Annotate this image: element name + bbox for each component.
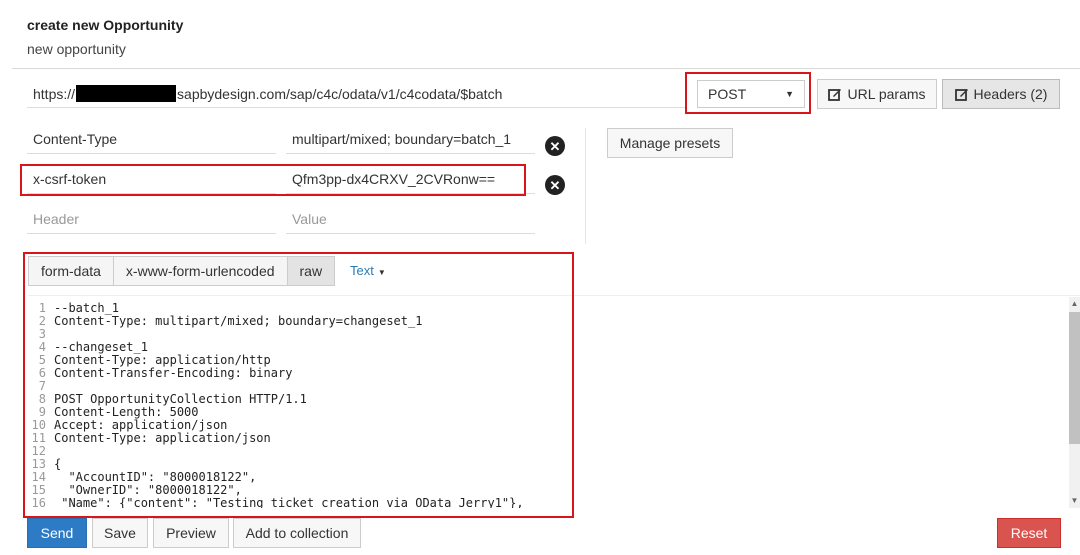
code-line: 12 [28,445,524,458]
preview-button[interactable]: Preview [153,518,229,548]
content-type-label: Text [350,263,374,278]
code-line: 2 Content-Type: multipart/mixed; boundary… [28,315,524,328]
tab-x-www-form-urlencoded[interactable]: x-www-form-urlencoded [112,256,288,286]
caret-down-icon: ▼ [377,268,386,277]
code-text: --changeset_1 [54,340,148,354]
remove-header-icon[interactable]: ✕ [545,136,565,156]
code-text: POST OpportunityCollection HTTP/1.1 [54,392,307,406]
caret-down-icon: ▼ [785,89,794,99]
headers-label: Headers (2) [973,86,1048,102]
scroll-up-icon[interactable]: ▲ [1069,297,1080,309]
code-text: Content-Transfer-Encoding: binary [54,366,293,380]
reset-button[interactable]: Reset [997,518,1061,548]
header-key-field[interactable]: Content-Type [27,124,276,154]
url-params-button[interactable]: URL params [817,79,937,109]
url-path: sapbydesign.com/sap/c4c/odata/v1/c4codat… [177,85,503,102]
header-key-field[interactable]: x-csrf-token [27,164,276,194]
method-select[interactable]: POST ▼ [697,80,805,108]
code-text: "OwnerID": "8000018122", [54,483,242,497]
tab-form-data[interactable]: form-data [28,256,114,286]
manage-presets-button[interactable]: Manage presets [607,128,733,158]
method-value: POST [708,86,747,102]
divider [12,68,1080,69]
add-to-collection-button[interactable]: Add to collection [233,518,361,548]
redacted-block [76,85,177,102]
send-button[interactable]: Send [27,518,87,548]
headers-button[interactable]: Headers (2) [942,79,1060,109]
edit-icon [954,87,969,101]
code-text: Content-Length: 5000 [54,405,199,419]
remove-header-icon[interactable]: ✕ [545,175,565,195]
code-text: Content-Type: multipart/mixed; boundary=… [54,314,423,328]
code-line: 11 Content-Type: application/json [28,432,524,445]
request-description: new opportunity [27,41,126,57]
divider [585,128,586,244]
url-input[interactable]: https:// sapbydesign.com/sap/c4c/odata/v… [27,80,687,108]
header-value-field[interactable]: multipart/mixed; boundary=batch_1 [286,124,535,154]
code-text: Content-Type: application/http [54,353,271,367]
code-lines: 1 --batch_1 2 Content-Type: multipart/mixed… [28,301,524,509]
code-text: "AccountID": "8000018122", [54,470,257,484]
content-type-dropdown[interactable]: Text ▼ [350,263,386,278]
header-key-input[interactable]: Header [27,204,276,234]
header-value-field[interactable]: Qfm3pp-dx4CRXV_2CVRonw== [286,164,535,194]
save-button[interactable]: Save [92,518,148,548]
code-text: "Name": {"content": "Testing ticket crea… [54,496,524,509]
body-type-tabs: form-data x-www-form-urlencoded raw [28,256,336,286]
code-line: 6 Content-Transfer-Encoding: binary [28,367,524,380]
request-title: create new Opportunity [27,17,184,33]
code-text: { [54,457,62,471]
edit-icon [828,87,842,101]
header-value-input[interactable]: Value [286,204,535,234]
url-params-label: URL params [847,86,926,102]
scrollbar-thumb[interactable] [1069,312,1080,444]
line-number: 16 [31,496,46,509]
url-prefix: https:// [33,85,76,102]
scroll-down-icon[interactable]: ▼ [1069,494,1080,506]
body-editor[interactable]: 1 --batch_1 2 Content-Type: multipart/mixed… [28,295,1080,508]
code-text: Content-Type: application/json [54,431,271,445]
tab-raw[interactable]: raw [286,256,336,286]
code-line: 16 "Name": {"content": "Testing ticket c… [28,496,524,509]
code-text: --batch_1 [54,301,120,315]
manage-presets-label: Manage presets [619,135,721,151]
code-text: Accept: application/json [54,418,228,432]
